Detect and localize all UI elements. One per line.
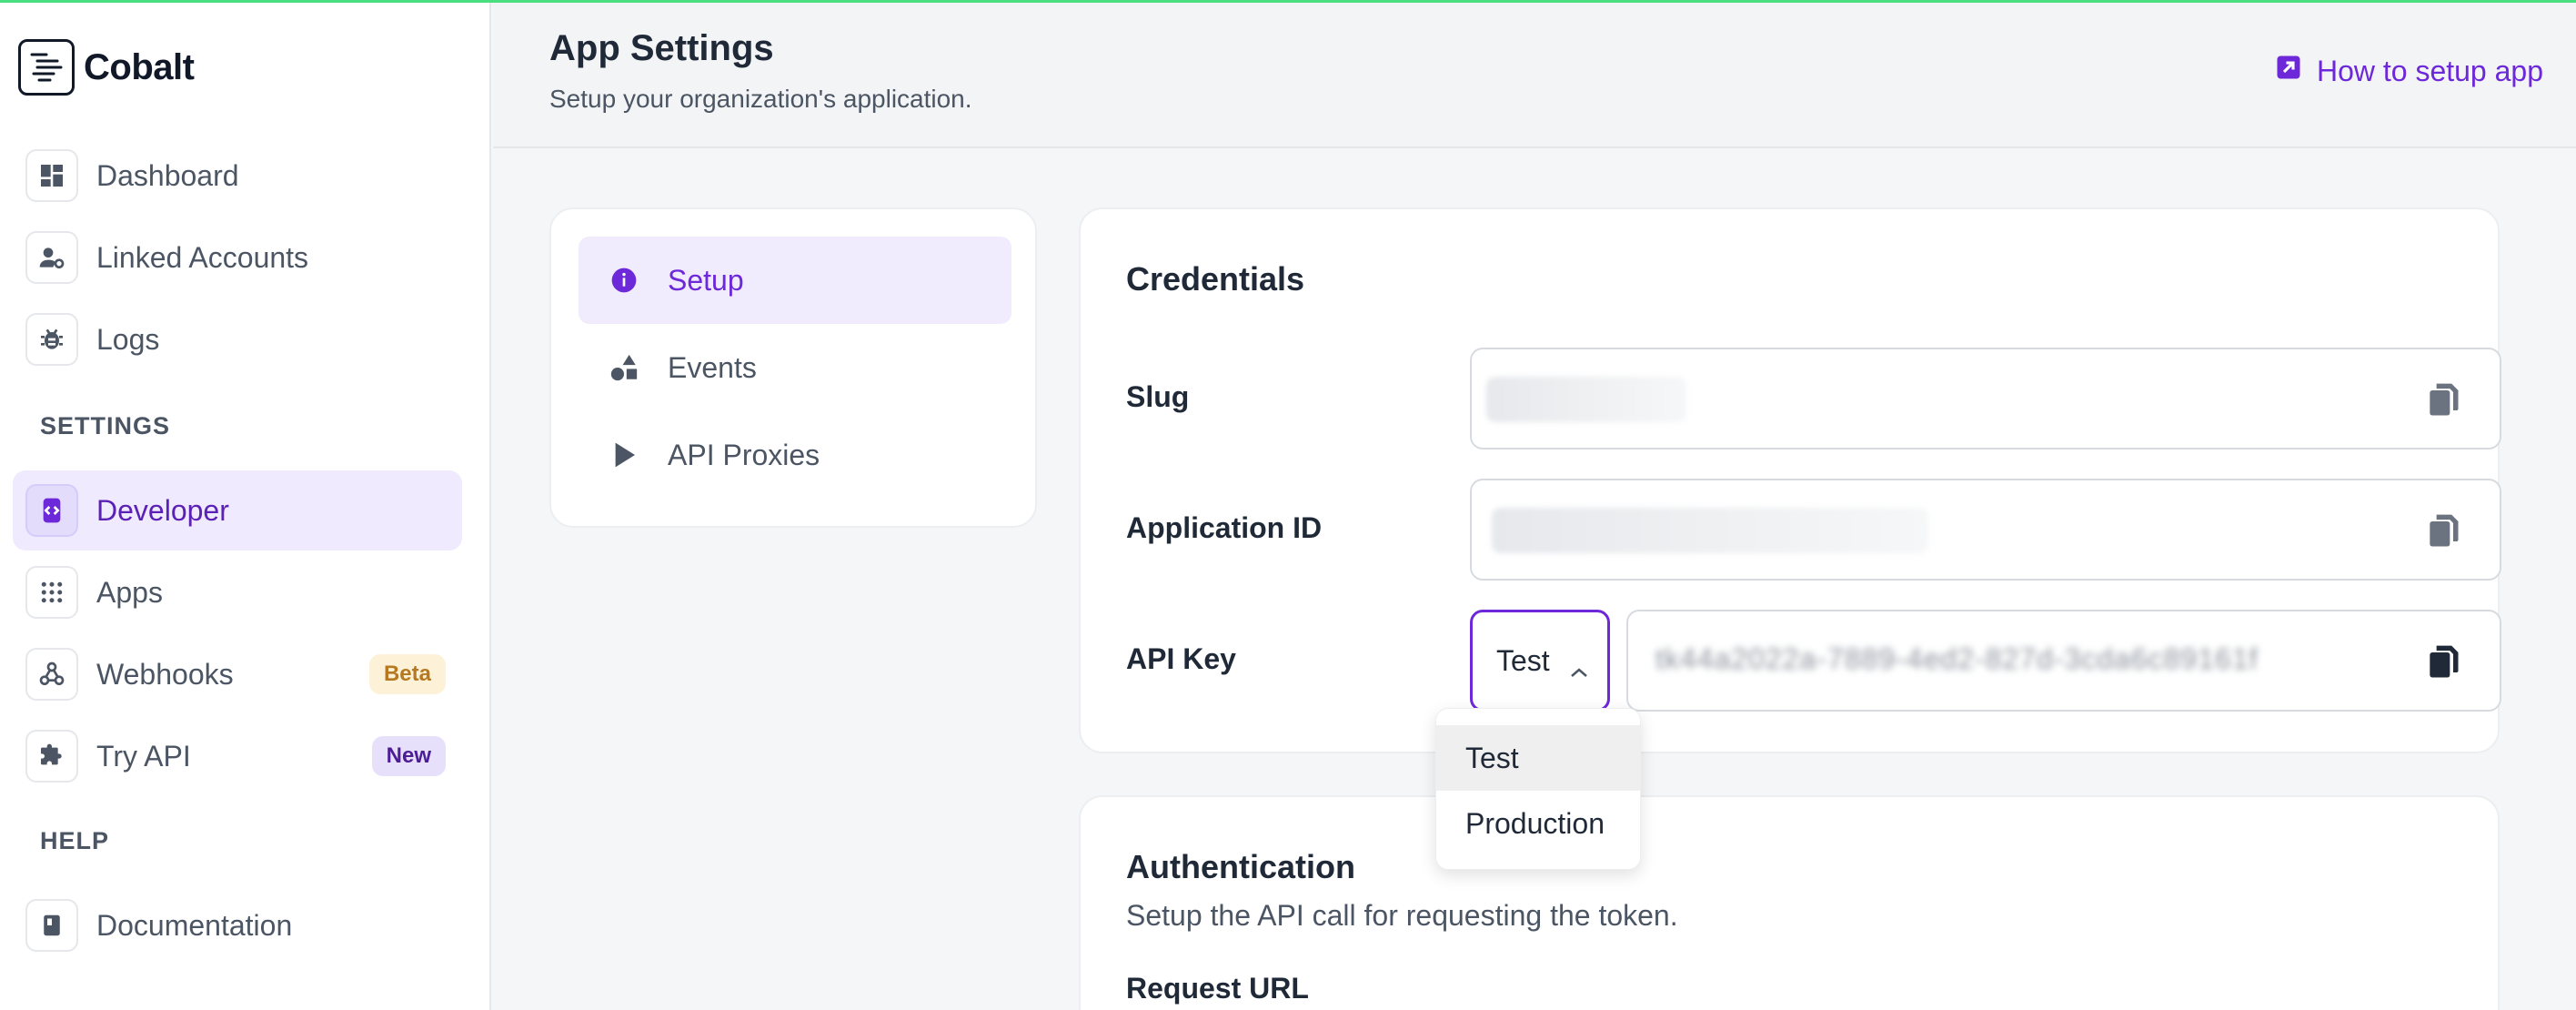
sidebar-item-logs[interactable]: Logs [13, 299, 462, 379]
sidebar-item-documentation[interactable]: Documentation [13, 885, 462, 965]
application-id-redacted [1492, 508, 1928, 553]
shapes-icon [606, 349, 642, 386]
grid-icon [25, 566, 78, 619]
brand[interactable]: Cobalt [18, 39, 195, 96]
application-id-field[interactable] [1470, 479, 2501, 581]
sidebar-item-label: Apps [96, 575, 163, 609]
slug-field[interactable] [1470, 348, 2501, 449]
bug-icon [25, 313, 78, 366]
book-icon [25, 899, 78, 952]
sidebar-item-label: Dashboard [96, 158, 239, 192]
subnav-item-setup[interactable]: Setup [579, 237, 1011, 324]
page-header: App Settings Setup your organization's a… [493, 3, 2576, 148]
environment-select[interactable]: Test [1470, 610, 1610, 712]
sidebar-item-label: Webhooks [96, 657, 234, 691]
page-title: App Settings [549, 28, 774, 68]
sidebar: Cobalt Dashboard Linked Accounts Logs SE… [0, 3, 491, 1010]
subnav-item-label: Events [668, 350, 757, 384]
copy-icon[interactable] [2423, 380, 2463, 420]
settings-subnav: Setup Events API Proxies [549, 207, 1037, 528]
subnav-item-label: API Proxies [668, 438, 820, 471]
sidebar-item-linked-accounts[interactable]: Linked Accounts [13, 217, 462, 298]
settings-section-label: SETTINGS [40, 412, 171, 439]
dropdown-option-test[interactable]: Test [1436, 725, 1640, 791]
subnav-item-events[interactable]: Events [579, 324, 1011, 411]
sidebar-item-label: Documentation [96, 908, 293, 942]
cobalt-logo-icon [18, 39, 75, 96]
sidebar-item-label: Logs [96, 322, 160, 356]
authentication-card: Authentication Setup the API call for re… [1079, 795, 2500, 1010]
api-key-field[interactable]: tk44a2022a-7889-4ed2-827d-3cda6c89161f [1626, 610, 2501, 712]
webhook-icon [25, 648, 78, 701]
authentication-subtitle: Setup the API call for requesting the to… [1126, 899, 1678, 932]
chevron-up-icon [1569, 652, 1589, 686]
code-icon [25, 484, 78, 537]
how-to-setup-label: How to setup app [2316, 54, 2543, 87]
sidebar-item-label: Try API [96, 739, 191, 773]
api-key-value: tk44a2022a-7889-4ed2-827d-3cda6c89161f [1655, 642, 2259, 675]
credentials-card: Credentials Slug Application ID API Key … [1079, 207, 2501, 753]
copy-icon[interactable] [2423, 511, 2463, 551]
sidebar-item-label: Developer [96, 493, 229, 527]
sidebar-item-label: Linked Accounts [96, 240, 309, 274]
sidebar-item-developer[interactable]: Developer [13, 470, 462, 550]
sidebar-item-webhooks[interactable]: Webhooks Beta [13, 634, 462, 714]
api-key-label: API Key [1126, 642, 1236, 675]
environment-select-value: Test [1496, 643, 1550, 677]
slug-label: Slug [1126, 380, 1190, 413]
external-link-icon [2275, 54, 2302, 88]
subnav-item-label: Setup [668, 263, 744, 297]
how-to-setup-link[interactable]: How to setup app [2275, 54, 2543, 88]
user-gear-icon [25, 231, 78, 284]
page-subtitle: Setup your organization's application. [549, 85, 972, 113]
subnav-item-api-proxies[interactable]: API Proxies [579, 411, 1011, 499]
play-icon [606, 437, 642, 473]
copy-icon[interactable] [2423, 642, 2463, 682]
dashboard-icon [25, 149, 78, 202]
sidebar-item-apps[interactable]: Apps [13, 552, 462, 632]
sidebar-item-dashboard[interactable]: Dashboard [13, 136, 462, 216]
new-badge: New [371, 736, 446, 776]
brand-name: Cobalt [84, 46, 195, 87]
sidebar-item-try-api[interactable]: Try API New [13, 716, 462, 796]
dropdown-option-production[interactable]: Production [1436, 791, 1640, 856]
credentials-title: Credentials [1126, 260, 1305, 298]
info-icon [606, 262, 642, 298]
help-section-label: HELP [40, 827, 110, 854]
environment-dropdown: Test Production [1435, 708, 1641, 870]
request-url-label: Request URL [1126, 972, 1309, 1005]
puzzle-icon [25, 730, 78, 783]
application-id-label: Application ID [1126, 511, 1323, 544]
authentication-title: Authentication [1126, 848, 1355, 885]
beta-badge: Beta [368, 654, 446, 694]
slug-value-redacted [1486, 377, 1686, 422]
